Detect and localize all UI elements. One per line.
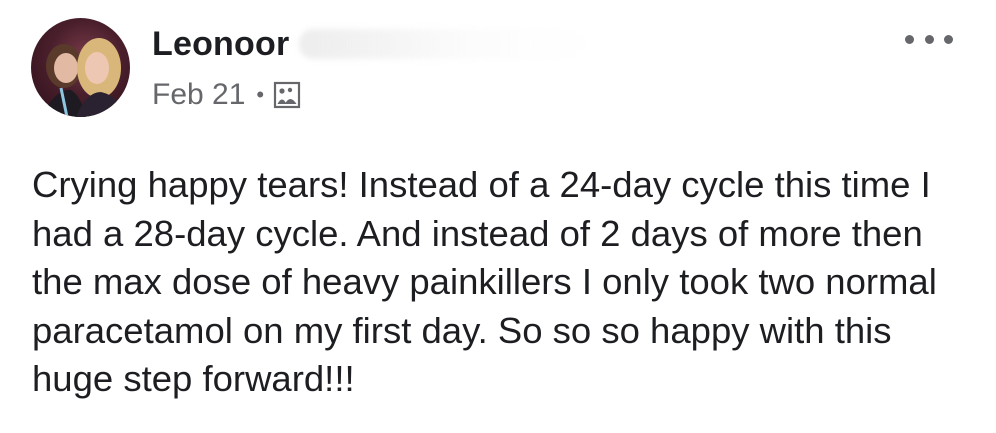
post-text: Crying happy tears! Instead of a 24-day … — [32, 164, 937, 399]
more-dots-icon — [924, 34, 934, 44]
author-row: Leonoor — [152, 22, 590, 66]
more-dots-icon — [905, 34, 914, 44]
post-date[interactable]: Feb 21 — [152, 78, 245, 112]
meta-separator: • — [256, 82, 265, 107]
post-meta: Feb 21 • — [152, 76, 301, 114]
post-card: Leonoor Feb 21 • Crying happy tears! Ins… — [0, 0, 996, 433]
author-avatar[interactable] — [31, 18, 130, 117]
more-options-button[interactable] — [905, 24, 953, 54]
avatar-photo — [41, 38, 126, 117]
more-dots-icon — [944, 34, 953, 44]
group-photo-icon[interactable] — [273, 81, 301, 109]
author-name[interactable]: Leonoor — [152, 25, 289, 64]
redacted-surname — [299, 29, 590, 59]
